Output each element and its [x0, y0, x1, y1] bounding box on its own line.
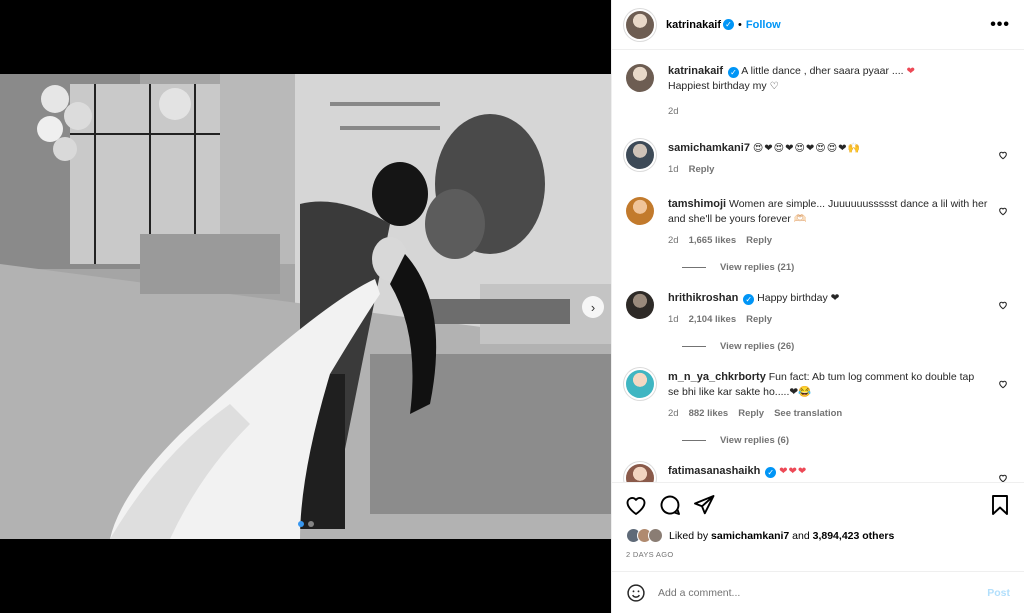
commenter-avatar[interactable]: [626, 464, 654, 482]
chevron-right-icon: ›: [590, 299, 596, 315]
verified-icon: ✓: [723, 19, 735, 30]
verified-icon: ✓: [743, 294, 755, 305]
caption-time: 2d: [668, 106, 679, 117]
author-avatar[interactable]: [626, 64, 654, 92]
emoji-icon[interactable]: [626, 583, 646, 603]
photo-illustration: [0, 74, 611, 539]
comment-text: Happy birthday ❤: [757, 292, 840, 304]
liked-by-user[interactable]: samichamkani7: [711, 530, 789, 542]
comment-item: fatimasanashaikh ✓ ❤❤❤: [626, 464, 1010, 482]
view-replies-label: View replies (21): [720, 262, 795, 273]
comment-bubble-icon[interactable]: [658, 493, 682, 517]
carousel-dot-active: [298, 521, 304, 527]
heart-emoji: ❤: [906, 66, 916, 77]
post-actions: [612, 482, 1024, 526]
view-replies-button[interactable]: View replies (6): [682, 435, 1010, 446]
like-heart-icon[interactable]: [624, 493, 648, 517]
view-replies-button[interactable]: View replies (26): [682, 341, 1010, 352]
comment-likes[interactable]: 1,665 likes: [689, 233, 737, 248]
carousel-next-button[interactable]: ›: [582, 296, 604, 318]
comments-list[interactable]: katrinakaif ✓ A little dance , dher saar…: [612, 50, 1024, 482]
liked-by-prefix: Liked by: [669, 529, 709, 542]
liked-by-and: and: [792, 529, 810, 542]
save-bookmark-icon[interactable]: [988, 493, 1012, 517]
replies-divider: [682, 267, 706, 268]
comment-item: hrithikroshan ✓ Happy birthday ❤ 1d 2,10…: [626, 291, 1010, 327]
comment-username[interactable]: hrithikroshan: [668, 292, 738, 304]
carousel-indicator: [298, 521, 314, 527]
caption-text-line2: Happiest birthday my: [668, 80, 767, 92]
likes-summary: Liked by samichamkani7 and 3,894,423 oth…: [626, 528, 1010, 543]
see-translation-button[interactable]: See translation: [774, 406, 842, 421]
commenter-avatar[interactable]: [626, 370, 654, 398]
verified-icon: ✓: [727, 67, 739, 78]
author-username[interactable]: katrinakaif: [666, 19, 721, 31]
comment-username[interactable]: samichamkani7: [668, 142, 750, 154]
comment-item: m_n_ya_chkrborty Fun fact: Ab tum log co…: [626, 370, 1010, 421]
comment-text: 😍❤😍❤😍❤😍😍❤🙌: [752, 143, 861, 154]
liker-avatar: [648, 528, 663, 543]
liked-by-others[interactable]: 3,894,423 others: [813, 530, 895, 542]
post-header: katrinakaif ✓ • Follow •••: [612, 0, 1024, 50]
comment-item: tamshimoji Women are simple... Juuuuuuss…: [626, 197, 1010, 248]
comment-username[interactable]: m_n_ya_chkrborty: [668, 371, 766, 383]
more-options-icon[interactable]: •••: [990, 16, 1010, 34]
liker-avatars: [626, 528, 663, 543]
post-timestamp[interactable]: 2 DAYS AGO: [626, 550, 673, 559]
comment-likes[interactable]: 2,104 likes: [689, 312, 737, 327]
comment-time: 1d: [668, 164, 679, 175]
replies-divider: [682, 440, 706, 441]
replies-divider: [682, 346, 706, 347]
commenter-avatar[interactable]: [626, 291, 654, 319]
view-replies-label: View replies (6): [720, 435, 789, 446]
reply-button[interactable]: Reply: [746, 312, 772, 327]
reply-button[interactable]: Reply: [689, 162, 715, 177]
view-replies-label: View replies (26): [720, 341, 795, 352]
commenter-avatar[interactable]: [626, 197, 654, 225]
post-comment-button[interactable]: Post: [987, 587, 1010, 599]
like-comment-icon[interactable]: [998, 300, 1008, 310]
comment-time: 2d: [668, 235, 679, 246]
separator-dot: •: [738, 18, 742, 31]
caption-text: A little dance , dher saara pyaar ....: [741, 65, 904, 77]
comment-time: 1d: [668, 314, 679, 325]
caption: katrinakaif ✓ A little dance , dher saar…: [626, 64, 1010, 119]
comment-likes[interactable]: 882 likes: [689, 406, 729, 421]
post-photo[interactable]: [0, 74, 611, 539]
view-replies-button[interactable]: View replies (21): [682, 262, 1010, 273]
comment-username[interactable]: tamshimoji: [668, 198, 726, 210]
commenter-avatar[interactable]: [626, 141, 654, 169]
like-comment-icon[interactable]: [998, 150, 1008, 160]
comment-username[interactable]: fatimasanashaikh: [668, 465, 760, 477]
follow-button[interactable]: Follow: [746, 19, 781, 31]
carousel-dot: [308, 521, 314, 527]
white-heart-emoji: ♡: [769, 81, 780, 92]
comment-input[interactable]: [658, 586, 988, 599]
share-paperplane-icon[interactable]: [692, 493, 716, 517]
post-side-panel: katrinakaif ✓ • Follow ••• katrinakaif ✓…: [611, 0, 1024, 613]
verified-icon: ✓: [765, 467, 777, 478]
caption-username[interactable]: katrinakaif: [668, 65, 723, 77]
comment-time: 2d: [668, 408, 679, 419]
like-comment-icon[interactable]: [998, 473, 1008, 482]
comment-text: ❤❤❤: [779, 466, 808, 477]
reply-button[interactable]: Reply: [738, 406, 764, 421]
author-avatar[interactable]: [626, 10, 654, 39]
post-media: ›: [0, 0, 611, 613]
reply-button[interactable]: Reply: [746, 233, 772, 248]
add-comment-bar: Post: [612, 571, 1024, 613]
comment-item: samichamkani7 😍❤😍❤😍❤😍😍❤🙌 1d Reply: [626, 141, 1010, 177]
like-comment-icon[interactable]: [998, 379, 1008, 389]
like-comment-icon[interactable]: [998, 206, 1008, 216]
